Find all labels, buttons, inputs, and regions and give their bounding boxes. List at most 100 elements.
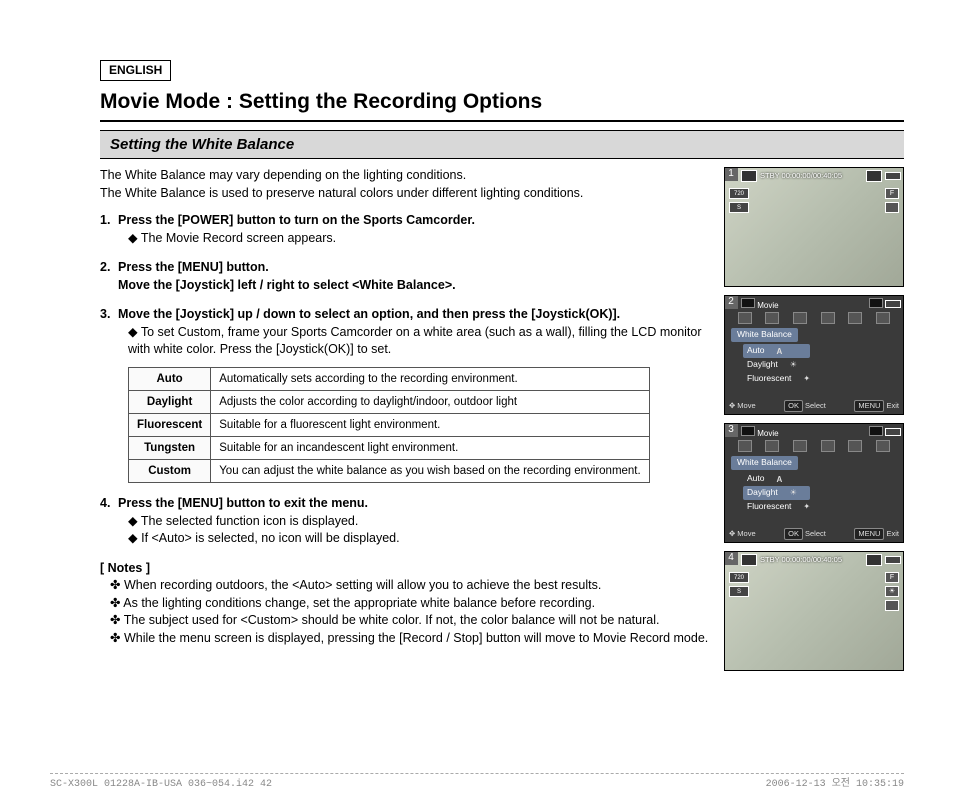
wb-desc: Adjusts the color according to daylight/…	[211, 390, 650, 413]
nav-exit-label: MENU Exit	[854, 400, 899, 413]
battery-icon	[885, 300, 901, 308]
wb-name: Fluorescent	[129, 413, 211, 436]
page-title: Movie Mode : Setting the Recording Optio…	[100, 87, 904, 122]
footer-meta: SC-X300L 01228A-IB-USA 036~054.i42 42 20…	[50, 773, 904, 792]
wb-option-selected: Auto	[743, 344, 810, 358]
stby-label: STBY 00:00:00/00:40:05	[760, 555, 842, 566]
intro-line: The White Balance is used to preserve na…	[100, 185, 709, 203]
step-text: Press the [MENU] button to exit the menu…	[118, 496, 368, 510]
menu-tab-icon	[738, 312, 752, 324]
step-heading: 2.Press the [MENU] button. Move the [Joy…	[100, 259, 709, 294]
step-heading: 4.Press the [MENU] button to exit the me…	[100, 495, 709, 513]
record-mode-icon	[741, 554, 757, 566]
flash-icon	[866, 170, 882, 182]
menu-tab-icon	[765, 312, 779, 324]
wb-desc: Suitable for an incandescent light envir…	[211, 436, 650, 459]
battery-icon	[885, 172, 901, 180]
footer-right: 2006-12-13 오전 10:35:19	[766, 778, 904, 792]
movie-mode-icon	[741, 426, 755, 436]
intro-text: The White Balance may vary depending on …	[100, 167, 709, 202]
screenshot-index: 1	[724, 167, 738, 181]
resolution-icon: 720	[729, 572, 749, 583]
indicator-icon: S	[729, 586, 749, 597]
menu-tab-icon	[793, 440, 807, 452]
step-heading: 3.Move the [Joystick] up / down to selec…	[100, 306, 709, 324]
note-item: When recording outdoors, the <Auto> sett…	[128, 577, 709, 595]
footer-left: SC-X300L 01228A-IB-USA 036~054.i42 42	[50, 778, 272, 792]
step-number: 2.	[100, 259, 118, 277]
quality-icon: F	[885, 188, 899, 199]
menu-tab-icon	[765, 440, 779, 452]
menu-mode-label: Movie	[757, 429, 778, 438]
step-sub: The Movie Record screen appears.	[128, 230, 709, 248]
note-item: As the lighting conditions change, set t…	[128, 595, 709, 613]
language-tag: ENGLISH	[100, 60, 171, 81]
menu-tab-icon	[848, 312, 862, 324]
step-text: Move the [Joystick] left / right to sele…	[118, 278, 456, 292]
step-text: Press the [POWER] button to turn on the …	[118, 213, 475, 227]
wb-option: Auto	[747, 472, 810, 486]
quality-icon: F	[885, 572, 899, 583]
menu-tab-icon	[876, 440, 890, 452]
sun-icon: ☀	[885, 586, 899, 597]
wb-desc: Suitable for a fluorescent light environ…	[211, 413, 650, 436]
camera-screenshot-4: 4 STBY 00:00:00/00:40:05 720 S F ☀	[724, 551, 904, 671]
nav-move-label: ✥ Move	[729, 400, 756, 413]
wb-name: Auto	[129, 367, 211, 390]
screenshots-column: 1 STBY 00:00:00/00:40:05 720 S F 2	[724, 167, 904, 671]
indicator-icon: S	[729, 202, 749, 213]
menu-section-label: White Balance	[731, 456, 798, 470]
menu-tab-icon	[821, 440, 835, 452]
camera-screenshot-2: 2 Movie White Balance Auto Daylight Fluo…	[724, 295, 904, 415]
note-item: The subject used for <Custom> should be …	[128, 612, 709, 630]
stby-label: STBY 00:00:00/00:40:05	[760, 171, 842, 182]
step-text: Press the [MENU] button.	[118, 260, 269, 274]
wb-option: Daylight	[747, 358, 810, 372]
wb-desc: Automatically sets according to the reco…	[211, 367, 650, 390]
step-sub: The selected function icon is displayed.	[128, 513, 709, 531]
main-content: The White Balance may vary depending on …	[100, 167, 709, 671]
step-number: 3.	[100, 306, 118, 324]
movie-mode-icon	[741, 298, 755, 308]
nav-select-label: OK Select	[784, 528, 826, 541]
menu-section-label: White Balance	[731, 328, 798, 342]
intro-line: The White Balance may vary depending on …	[100, 167, 709, 185]
step-sub: If <Auto> is selected, no icon will be d…	[128, 530, 709, 548]
card-icon	[869, 426, 883, 436]
section-subtitle: Setting the White Balance	[100, 130, 904, 159]
menu-tab-icon	[848, 440, 862, 452]
white-balance-table: AutoAutomatically sets according to the …	[128, 367, 650, 483]
camera-screenshot-1: 1 STBY 00:00:00/00:40:05 720 S F	[724, 167, 904, 287]
battery-icon	[885, 556, 901, 564]
wb-option-selected: Daylight	[743, 486, 810, 500]
menu-tab-icon	[738, 440, 752, 452]
nav-exit-label: MENU Exit	[854, 528, 899, 541]
note-item: While the menu screen is displayed, pres…	[128, 630, 709, 648]
record-mode-icon	[741, 170, 757, 182]
card-icon	[869, 298, 883, 308]
screenshot-index: 2	[724, 295, 738, 309]
eis-icon	[885, 600, 899, 611]
resolution-icon: 720	[729, 188, 749, 199]
step-heading: 1.Press the [POWER] button to turn on th…	[100, 212, 709, 230]
notes-heading: [ Notes ]	[100, 560, 709, 578]
menu-mode-label: Movie	[757, 301, 778, 310]
flash-icon	[866, 554, 882, 566]
step-number: 4.	[100, 495, 118, 513]
wb-name: Tungsten	[129, 436, 211, 459]
wb-option: Fluorescent	[747, 372, 810, 386]
step-sub: To set Custom, frame your Sports Camcord…	[128, 324, 709, 359]
wb-name: Custom	[129, 460, 211, 483]
wb-name: Daylight	[129, 390, 211, 413]
step-number: 1.	[100, 212, 118, 230]
nav-select-label: OK Select	[784, 400, 826, 413]
screenshot-index: 3	[724, 423, 738, 437]
wb-desc: You can adjust the white balance as you …	[211, 460, 650, 483]
menu-tab-icon	[821, 312, 835, 324]
step-text: Move the [Joystick] up / down to select …	[118, 307, 620, 321]
eis-icon	[885, 202, 899, 213]
nav-move-label: ✥ Move	[729, 528, 756, 541]
menu-tab-icon	[876, 312, 890, 324]
battery-icon	[885, 428, 901, 436]
camera-screenshot-3: 3 Movie White Balance Auto Daylight Fluo…	[724, 423, 904, 543]
